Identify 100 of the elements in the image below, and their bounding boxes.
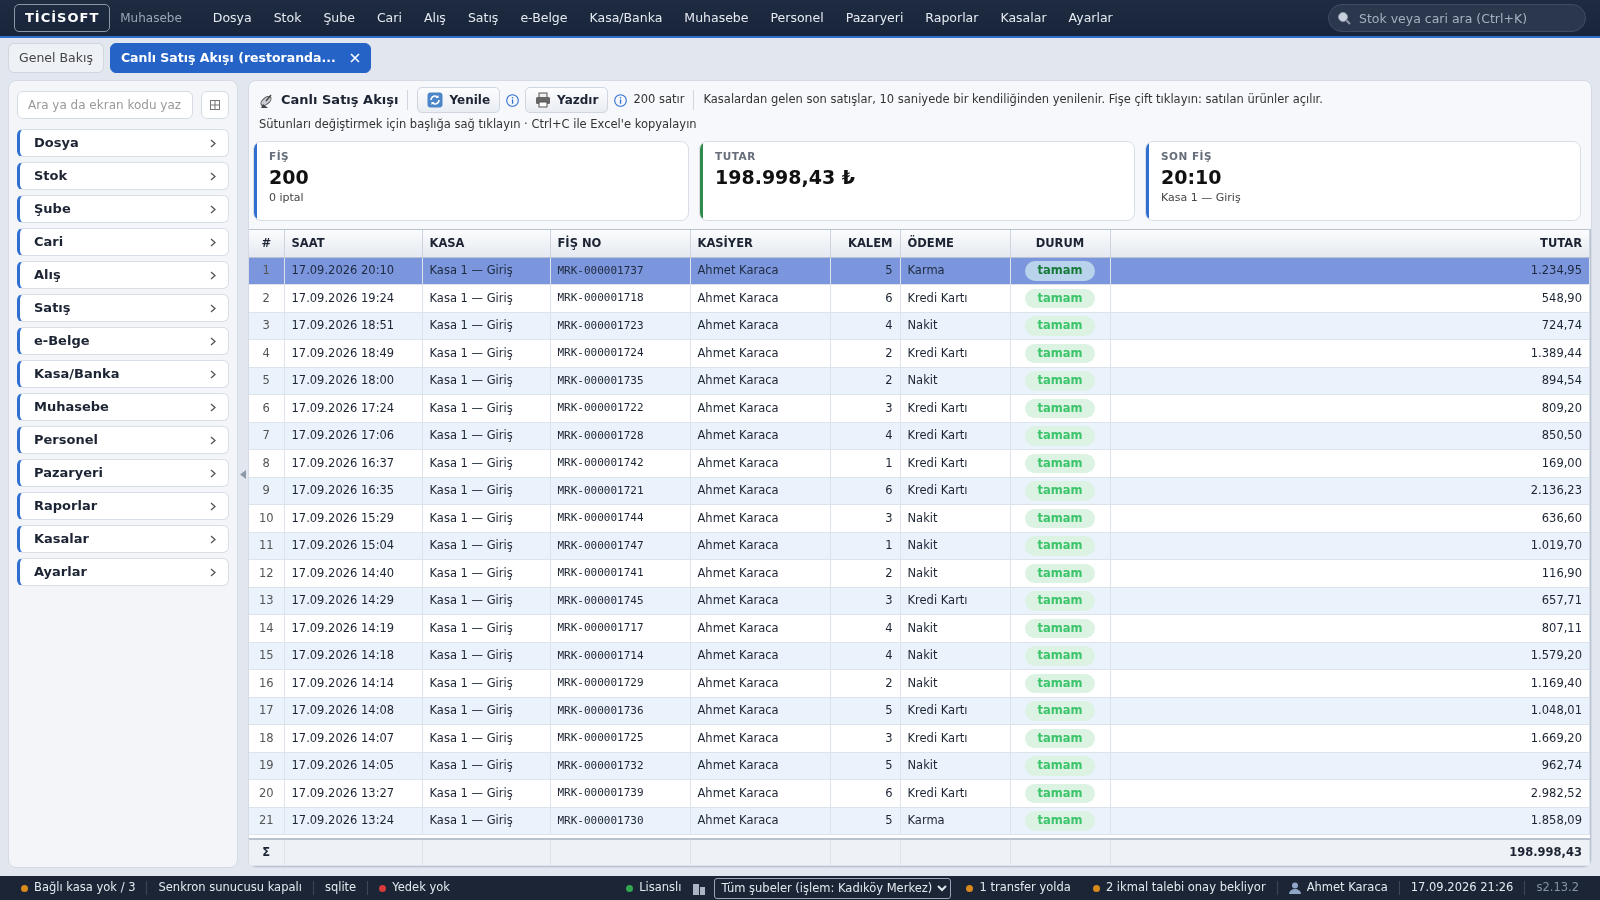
sidebar-item[interactable]: Kasalar bbox=[17, 525, 229, 553]
menu-item[interactable]: Muhasebe bbox=[673, 8, 760, 28]
table-cell: 17.09.2026 14:07 bbox=[284, 724, 422, 753]
table-cell: MRK-000001730 bbox=[550, 807, 690, 835]
table-cell: 5 bbox=[830, 752, 900, 780]
column-header[interactable]: # bbox=[249, 230, 284, 258]
status-text: 17.09.2026 21:26 bbox=[1409, 879, 1515, 897]
table-cell: MRK-000001736 bbox=[550, 697, 690, 725]
branch-select[interactable]: Tüm şubeler (işlem: Kadıköy Merkez) bbox=[714, 877, 952, 899]
menu-item[interactable]: Personel bbox=[759, 8, 835, 28]
sidebar-item[interactable]: Cari bbox=[17, 228, 229, 256]
table-cell: 2 bbox=[830, 559, 900, 588]
sidebar-item[interactable]: e-Belge bbox=[17, 327, 229, 355]
grid-button[interactable] bbox=[201, 91, 229, 119]
app-logo[interactable]: TİCİSOFT bbox=[14, 4, 111, 32]
close-icon[interactable] bbox=[349, 53, 360, 63]
print-button[interactable]: Yazdır bbox=[525, 87, 609, 113]
status-badge: tamam bbox=[1024, 618, 1096, 639]
status-text: Senkron sunucusu kapalı bbox=[157, 879, 303, 897]
info-icon bbox=[506, 93, 520, 107]
collapse-handle-icon[interactable] bbox=[240, 469, 246, 479]
sidebar-item[interactable]: Muhasebe bbox=[17, 393, 229, 421]
column-header[interactable]: SAAT bbox=[284, 230, 422, 258]
column-header[interactable]: KASİYER bbox=[690, 230, 830, 258]
table-cell: 17.09.2026 13:27 bbox=[284, 779, 422, 808]
table-cell: MRK-000001745 bbox=[550, 587, 690, 615]
version-text: s2.13.2 bbox=[1535, 879, 1580, 897]
menu-item[interactable]: e-Belge bbox=[509, 8, 579, 28]
column-header[interactable]: KALEM bbox=[830, 230, 900, 258]
status-text: Lisanslı bbox=[639, 879, 682, 897]
table-cell: Ahmet Karaca bbox=[690, 504, 830, 533]
stat-label: SON FİŞ bbox=[1161, 149, 1214, 165]
description-text: Kasalardan gelen son satışlar, 10 saniyede bir kendiliğinden yenilenir. Fişe çift tıklayın: satılan ürünler açılır. bbox=[703, 91, 1323, 109]
table-cell: Kredi Kartı bbox=[900, 697, 1010, 725]
table-cell: 4 bbox=[249, 339, 284, 368]
menu-item[interactable]: Pazaryeri bbox=[834, 8, 915, 28]
table-cell: 6 bbox=[830, 779, 900, 808]
sidebar-item[interactable]: Ayarlar bbox=[17, 558, 229, 586]
table-cell: Kredi Kartı bbox=[900, 339, 1010, 368]
menu-item[interactable]: Ayarlar bbox=[1057, 8, 1124, 28]
table-cell: Kasa 1 — Giriş bbox=[422, 504, 550, 533]
search-field[interactable]: Stok veya cari ara (Ctrl+K) bbox=[1328, 4, 1586, 32]
table-cell: Nakit bbox=[900, 752, 1010, 780]
menu-item[interactable]: Satış bbox=[456, 8, 510, 28]
refresh-icon bbox=[427, 92, 444, 108]
table-cell: 17.09.2026 15:04 bbox=[284, 532, 422, 560]
table-cell: Ahmet Karaca bbox=[690, 559, 830, 588]
sidebar-item[interactable]: Şube bbox=[17, 195, 229, 223]
status-badge: tamam bbox=[1024, 591, 1096, 611]
table-cell: Kasa 1 — Giriş bbox=[422, 614, 550, 643]
status-badge: tamam bbox=[1024, 563, 1096, 584]
status-badge: tamam bbox=[1024, 261, 1096, 281]
menu-item[interactable]: Cari bbox=[365, 8, 413, 28]
status-text: Bağlı kasa yok / 3 bbox=[34, 879, 136, 897]
menu-item[interactable]: Kasalar bbox=[989, 8, 1058, 28]
table-cell: Nakit bbox=[900, 642, 1010, 670]
table-cell: Kasa 1 — Giriş bbox=[422, 559, 550, 588]
table-cell: Kasa 1 — Giriş bbox=[422, 587, 550, 615]
menu-item[interactable]: Kasa/Banka bbox=[578, 8, 674, 28]
table-cell: MRK-000001744 bbox=[550, 504, 690, 533]
table-cell: MRK-000001725 bbox=[550, 724, 690, 753]
sidebar-item[interactable]: Stok bbox=[17, 162, 229, 190]
menu-item[interactable]: Stok bbox=[262, 8, 313, 28]
stat-value: 20:10 bbox=[1161, 165, 1223, 190]
table-cell: Ahmet Karaca bbox=[690, 257, 830, 285]
table-cell: 850,50 bbox=[1110, 422, 1590, 450]
sidebar-item[interactable]: Alış bbox=[17, 261, 229, 289]
table-cell: 2.136,23 bbox=[1110, 477, 1590, 505]
column-header[interactable]: KASA bbox=[422, 230, 550, 258]
column-header[interactable]: FİŞ NO bbox=[550, 230, 690, 258]
table-cell: 116,90 bbox=[1110, 559, 1590, 588]
menu-item[interactable]: Şube bbox=[312, 8, 366, 28]
table-cell: 5 bbox=[830, 697, 900, 725]
table-cell: Kasa 1 — Giriş bbox=[422, 367, 550, 395]
sidebar-item[interactable]: Pazaryeri bbox=[17, 459, 229, 487]
sidebar-item[interactable]: Dosya bbox=[17, 129, 229, 157]
table-cell: 17 bbox=[249, 697, 284, 725]
table-cell: 3 bbox=[830, 394, 900, 423]
sidebar-item[interactable]: Raporlar bbox=[17, 492, 229, 520]
table-cell: Kasa 1 — Giriş bbox=[422, 422, 550, 450]
table-cell: Kasa 1 — Giriş bbox=[422, 449, 550, 478]
tab[interactable]: Genel Bakış bbox=[8, 42, 104, 74]
tab[interactable]: Canlı Satış Akışı (restoranda... bbox=[109, 42, 371, 74]
sidebar-item[interactable]: Satış bbox=[17, 294, 229, 322]
stat-caption: Kasa 1 — Giriş bbox=[1161, 189, 1241, 206]
sidebar-item[interactable]: Kasa/Banka bbox=[17, 360, 229, 388]
column-header[interactable]: TUTAR bbox=[1110, 230, 1590, 258]
menu-item[interactable]: Alış bbox=[412, 8, 457, 28]
table-cell: Nakit bbox=[900, 312, 1010, 340]
column-header[interactable]: ÖDEME bbox=[900, 230, 1010, 258]
refresh-button[interactable]: Yenile bbox=[417, 87, 501, 113]
column-header[interactable]: DURUM bbox=[1010, 230, 1110, 258]
table-cell: 17.09.2026 13:24 bbox=[284, 807, 422, 835]
sidebar-item[interactable]: Personel bbox=[17, 426, 229, 454]
menu-item[interactable]: Raporlar bbox=[914, 8, 990, 28]
table-cell: Kasa 1 — Giriş bbox=[422, 532, 550, 560]
table-cell: 2 bbox=[249, 284, 284, 313]
menu-item[interactable]: Dosya bbox=[201, 8, 263, 28]
status-badge: tamam bbox=[1024, 481, 1096, 501]
table-cell: MRK-000001742 bbox=[550, 449, 690, 478]
